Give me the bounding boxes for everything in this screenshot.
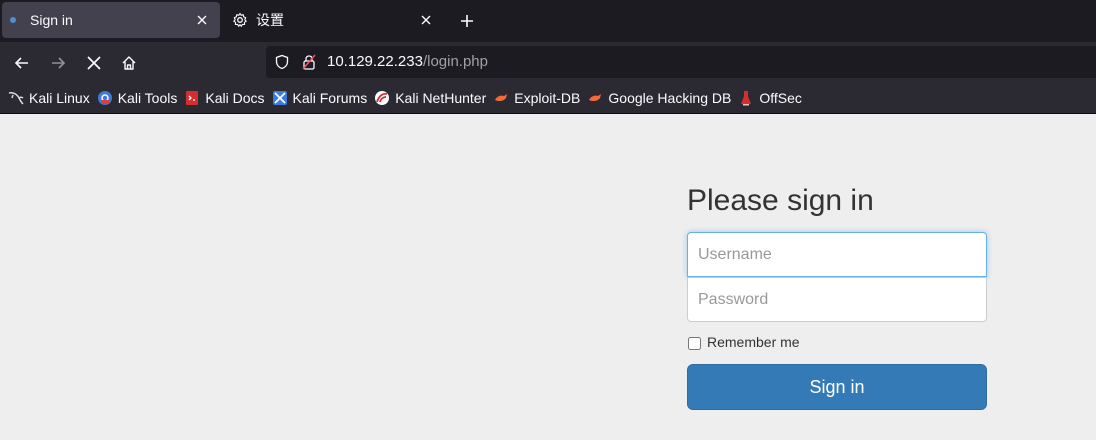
kali-tools-icon bbox=[97, 90, 113, 106]
form-heading: Please sign in bbox=[687, 184, 874, 217]
exploit-db-icon bbox=[493, 90, 509, 106]
remember-me-checkbox[interactable] bbox=[688, 336, 701, 350]
bookmark-offsec[interactable]: OffSec bbox=[738, 86, 802, 110]
remember-me-label[interactable]: Remember me bbox=[687, 332, 987, 352]
password-input[interactable] bbox=[687, 277, 987, 322]
tab-settings[interactable]: 设置 bbox=[222, 0, 444, 40]
arrow-left-icon bbox=[14, 57, 28, 69]
stop-loading-button[interactable] bbox=[81, 50, 107, 76]
bookmark-kali-docs[interactable]: Kali Docs bbox=[184, 86, 265, 110]
ghdb-icon bbox=[587, 90, 603, 106]
address-bar[interactable]: 10.129.22.233/login.php bbox=[266, 46, 1096, 78]
sign-in-form: Please sign in Remember me Sign in bbox=[687, 183, 987, 410]
bookmark-google-hacking-db[interactable]: Google Hacking DB bbox=[587, 86, 731, 110]
page-content: Please sign in Remember me Sign in bbox=[0, 114, 1096, 440]
tab-strip: Sign in 设置 bbox=[0, 0, 1096, 42]
url-path: /login.php bbox=[422, 53, 488, 70]
bookmark-kali-forums[interactable]: Kali Forums bbox=[272, 86, 367, 110]
offsec-icon bbox=[738, 90, 754, 106]
close-tab-icon[interactable] bbox=[194, 12, 210, 28]
arrow-right-icon bbox=[52, 57, 66, 69]
bookmark-kali-tools[interactable]: Kali Tools bbox=[97, 86, 177, 110]
kali-dragon-icon bbox=[8, 90, 24, 106]
back-button[interactable] bbox=[9, 50, 35, 76]
tab-sign-in[interactable]: Sign in bbox=[2, 2, 220, 38]
bookmark-exploit-db[interactable]: Exploit-DB bbox=[493, 86, 580, 110]
navigation-toolbar: 10.129.22.233/login.php bbox=[0, 42, 1096, 82]
close-tab-icon[interactable] bbox=[418, 12, 434, 28]
remember-me-text: Remember me bbox=[707, 334, 800, 350]
loading-favicon-icon bbox=[10, 17, 16, 23]
bookmark-kali-linux[interactable]: Kali Linux bbox=[8, 86, 90, 110]
kali-forums-icon bbox=[272, 90, 288, 106]
forward-button[interactable] bbox=[45, 50, 71, 76]
kali-docs-icon bbox=[184, 90, 200, 106]
tracking-protection-shield-icon[interactable] bbox=[274, 54, 290, 70]
home-button[interactable] bbox=[116, 50, 142, 76]
new-tab-button[interactable] bbox=[456, 10, 478, 32]
bookmarks-toolbar: Kali Linux Kali Tools Kali Docs Kali For… bbox=[0, 82, 1096, 114]
tab-title: 设置 bbox=[256, 12, 284, 28]
nethunter-icon bbox=[374, 90, 390, 106]
close-icon bbox=[87, 56, 101, 70]
home-icon bbox=[122, 56, 136, 70]
insecure-lock-icon[interactable] bbox=[301, 54, 317, 70]
url-text[interactable]: 10.129.22.233/login.php bbox=[327, 53, 488, 70]
url-host: 10.129.22.233 bbox=[327, 53, 423, 70]
sign-in-button[interactable]: Sign in bbox=[687, 364, 987, 410]
username-input[interactable] bbox=[687, 232, 987, 277]
bookmark-kali-nethunter[interactable]: Kali NetHunter bbox=[374, 86, 486, 110]
tab-title: Sign in bbox=[30, 12, 73, 28]
gear-icon bbox=[232, 12, 248, 28]
